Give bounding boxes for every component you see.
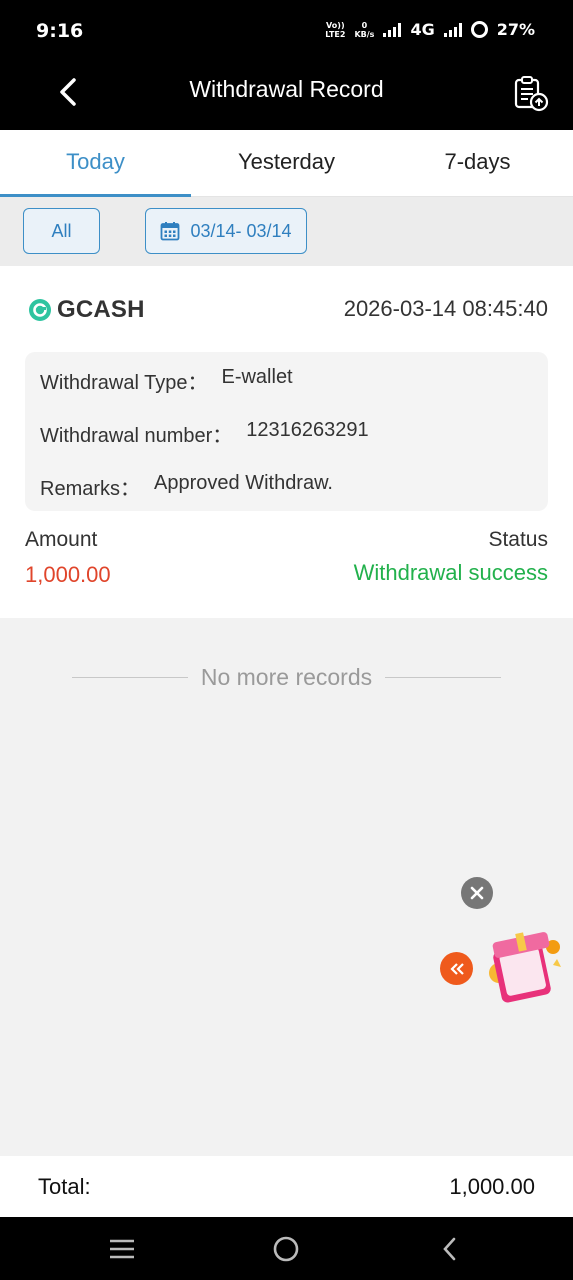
export-record-button[interactable]	[511, 74, 551, 114]
volte-indicator: Vo)) LTE2	[325, 20, 346, 39]
home-button[interactable]	[270, 1233, 302, 1265]
network-speed: 0 KB/s	[354, 20, 375, 39]
list-end-text: No more records	[200, 663, 373, 690]
withdrawal-type-value: E-wallet	[221, 366, 293, 388]
page-title: Withdrawal Record	[189, 76, 384, 102]
double-chevron-left-icon	[449, 962, 464, 975]
withdrawal-type-row: Withdrawal Type： E-wallet	[40, 366, 293, 395]
signal-icon-2	[443, 22, 462, 37]
status-label: Status	[488, 528, 548, 551]
home-circle-icon	[273, 1236, 299, 1262]
divider-line	[71, 676, 188, 678]
tab-today[interactable]: Today	[0, 130, 191, 197]
gift-box-icon	[489, 932, 561, 1003]
total-bar: Total: 1,000.00	[0, 1156, 573, 1217]
list-end-indicator: No more records	[0, 660, 573, 694]
network-type: 4G	[410, 20, 435, 39]
app-header: Withdrawal Record	[0, 62, 573, 130]
status-time: 9:16	[36, 20, 84, 42]
payment-method: GCASH	[28, 296, 145, 324]
withdrawal-number-value: 12316263291	[246, 419, 369, 441]
gcash-logo-icon	[29, 299, 51, 321]
withdrawal-number-label: Withdrawal number：	[40, 425, 233, 447]
amount-label: Amount	[25, 528, 98, 551]
remarks-label: Remarks：	[40, 478, 141, 500]
total-label: Total:	[38, 1174, 91, 1199]
withdrawal-record-card[interactable]: GCASH 2026-03-14 08:45:40 Withdrawal Typ…	[0, 266, 573, 618]
withdrawal-number-row: Withdrawal number： 12316263291	[40, 419, 369, 448]
clipboard-upload-icon	[514, 76, 549, 112]
battery-ring-icon	[470, 21, 488, 38]
amount-value: 1,000.00	[25, 562, 111, 587]
system-nav-bar	[0, 1217, 573, 1280]
date-range-label: 03/14- 03/14	[190, 220, 292, 241]
record-details: Withdrawal Type： E-wallet Withdrawal num…	[25, 352, 548, 511]
type-filter-button[interactable]: All	[23, 208, 100, 254]
date-tabs: Today Yesterday 7-days	[0, 130, 573, 197]
divider-line	[385, 676, 502, 678]
menu-icon	[110, 1239, 134, 1259]
close-promo-button[interactable]	[461, 877, 493, 909]
date-range-button[interactable]: 03/14- 03/14	[145, 208, 307, 254]
tab-7-days[interactable]: 7-days	[382, 130, 573, 196]
withdrawal-type-label: Withdrawal Type：	[40, 372, 208, 394]
total-value: 1,000.00	[449, 1174, 535, 1199]
filter-bar: All 03/14- 03/14	[0, 197, 573, 266]
status-bar: 9:16 Vo)) LTE2 0 KB/s 4G 27%	[0, 0, 573, 62]
tab-yesterday[interactable]: Yesterday	[191, 130, 382, 196]
status-value: Withdrawal success	[353, 560, 548, 585]
system-back-button[interactable]	[434, 1233, 466, 1265]
signal-icon	[383, 22, 402, 37]
close-icon	[470, 886, 484, 900]
collapse-promo-button[interactable]	[440, 952, 473, 985]
payment-method-name: GCASH	[57, 296, 145, 323]
remarks-row: Remarks： Approved Withdraw.	[40, 472, 333, 501]
remarks-value: Approved Withdraw.	[154, 472, 333, 494]
status-icons: Vo)) LTE2 0 KB/s 4G 27%	[325, 20, 535, 39]
battery-percent: 27%	[496, 20, 535, 39]
promo-gift-button[interactable]	[483, 925, 565, 1007]
recent-apps-button[interactable]	[106, 1233, 138, 1265]
chevron-left-icon	[443, 1237, 456, 1261]
record-timestamp: 2026-03-14 08:45:40	[343, 296, 548, 321]
calendar-icon	[161, 222, 180, 241]
